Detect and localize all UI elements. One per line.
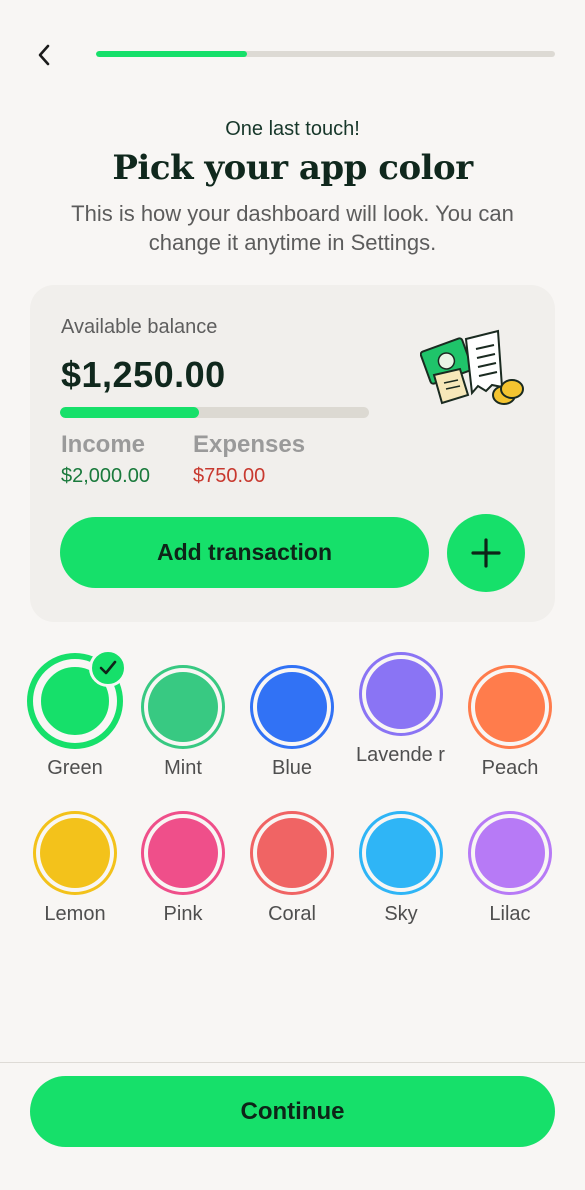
color-option-green[interactable]: Green xyxy=(20,649,130,781)
color-option-mint[interactable]: Mint xyxy=(128,665,238,781)
color-label: Lavende r xyxy=(356,744,445,766)
color-dot xyxy=(148,818,218,888)
color-dot xyxy=(257,818,327,888)
income-label: Income xyxy=(61,431,146,458)
color-option-lemon[interactable]: Lemon xyxy=(20,811,130,927)
page-title: Pick your app color xyxy=(112,148,473,188)
back-button[interactable] xyxy=(28,38,62,72)
color-swatch[interactable] xyxy=(468,811,552,895)
color-swatch[interactable] xyxy=(27,649,127,749)
add-transaction-button[interactable]: Add transaction xyxy=(60,517,429,588)
color-dot xyxy=(475,672,545,742)
expenses-stat: Expenses $750.00 xyxy=(193,431,305,488)
footer-divider xyxy=(0,1062,585,1063)
color-option-blue[interactable]: Blue xyxy=(237,665,347,781)
continue-button[interactable]: Continue xyxy=(30,1076,555,1147)
color-swatch[interactable] xyxy=(141,811,225,895)
color-label: Coral xyxy=(268,903,316,925)
dashboard-preview-card: Available balance $1,250.00 Income $2,00… xyxy=(30,285,555,622)
color-dot xyxy=(40,818,110,888)
color-label: Peach xyxy=(481,757,539,779)
color-option-sky[interactable]: Sky xyxy=(346,811,456,927)
color-swatch[interactable] xyxy=(359,652,443,736)
expenses-label: Expenses xyxy=(193,431,306,458)
expenses-value: $750.00 xyxy=(193,465,266,487)
balance-progress-fill xyxy=(60,407,200,418)
color-option-lilac[interactable]: Lilac xyxy=(455,811,565,927)
balance-label: Available balance xyxy=(61,316,218,338)
color-option-pink[interactable]: Pink xyxy=(128,811,238,927)
balance-progress-bar xyxy=(60,407,369,418)
money-receipt-icon xyxy=(420,329,524,405)
onboarding-progress-bar xyxy=(96,51,555,57)
color-label: Sky xyxy=(384,903,418,925)
income-value: $2,000.00 xyxy=(61,465,150,487)
color-dot xyxy=(366,659,436,729)
color-dot xyxy=(366,818,436,888)
plus-icon xyxy=(471,538,501,568)
color-swatch[interactable] xyxy=(33,811,117,895)
color-option-peach[interactable]: Peach xyxy=(455,665,565,781)
add-button[interactable] xyxy=(447,514,525,592)
color-label: Green xyxy=(47,757,103,779)
color-swatch[interactable] xyxy=(250,811,334,895)
color-swatch[interactable] xyxy=(468,665,552,749)
color-label: Lemon xyxy=(44,903,106,925)
eyebrow-text: One last touch! xyxy=(225,118,360,140)
color-dot xyxy=(148,672,218,742)
color-swatch[interactable] xyxy=(359,811,443,895)
color-label: Lilac xyxy=(489,903,531,925)
progress-fill xyxy=(96,51,248,57)
top-bar xyxy=(0,30,585,80)
color-label: Pink xyxy=(163,903,203,925)
color-option-lavender[interactable]: Lavende r xyxy=(346,652,456,768)
income-stat: Income $2,000.00 xyxy=(61,431,150,488)
chevron-left-icon xyxy=(38,44,50,66)
color-label: Mint xyxy=(164,757,202,779)
color-option-coral[interactable]: Coral xyxy=(237,811,347,927)
color-label: Blue xyxy=(271,757,313,779)
color-dot xyxy=(475,818,545,888)
balance-amount: $1,250.00 xyxy=(61,354,226,395)
color-swatch[interactable] xyxy=(141,665,225,749)
page-subtitle: This is how your dashboard will look. Yo… xyxy=(71,201,514,255)
color-swatch[interactable] xyxy=(250,665,334,749)
checkmark-icon xyxy=(89,649,127,687)
color-dot xyxy=(257,672,327,742)
